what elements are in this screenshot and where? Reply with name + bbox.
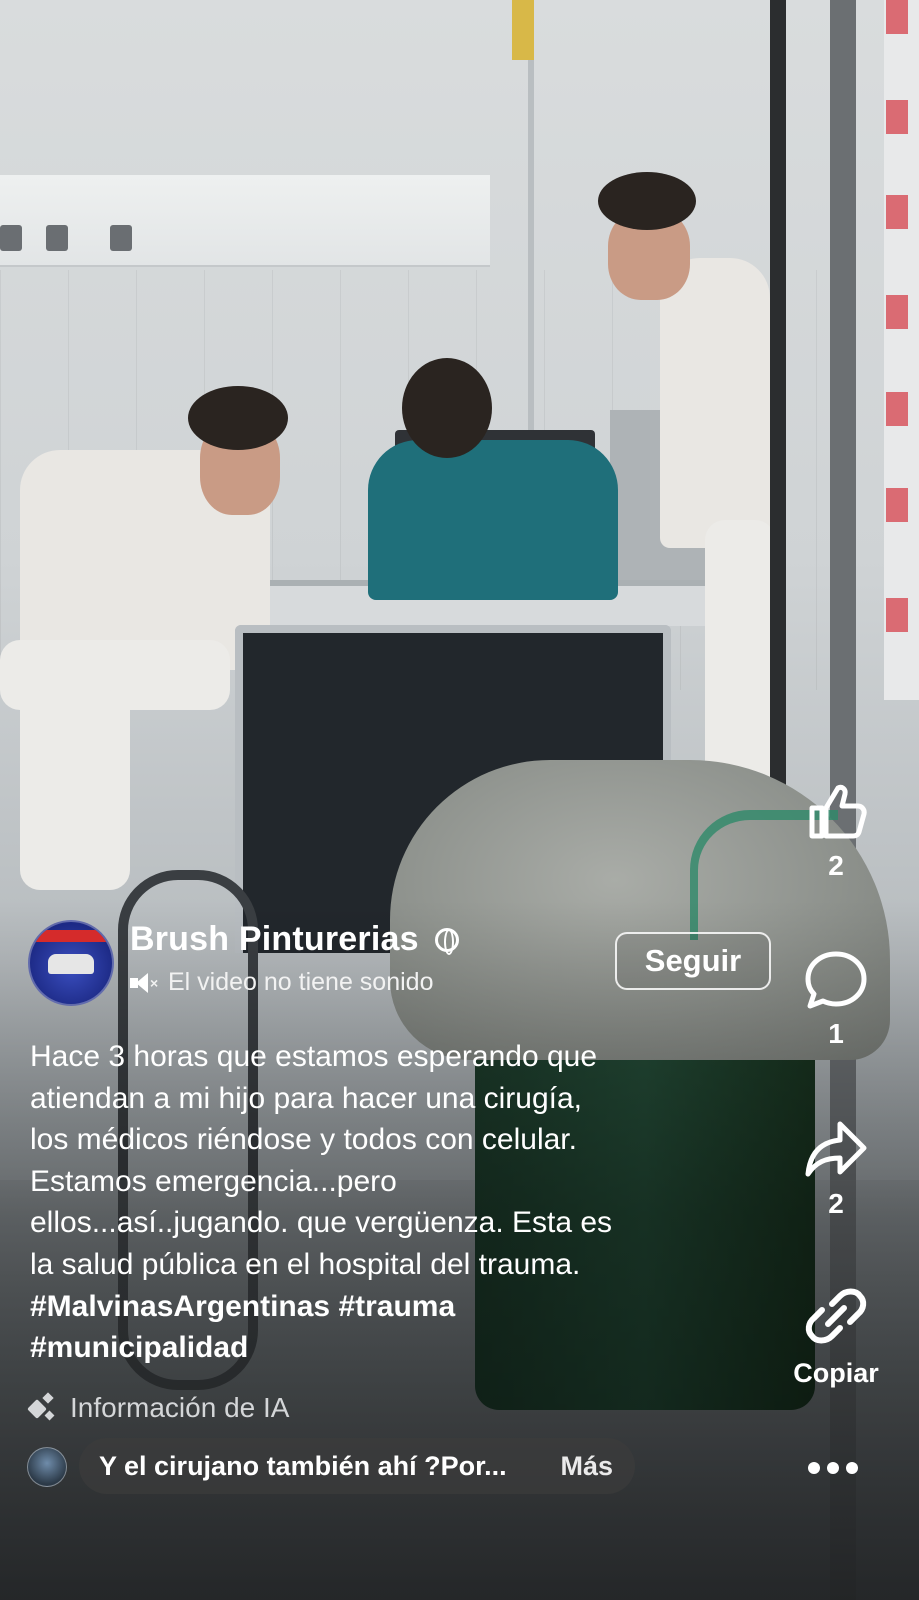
iv-pole bbox=[770, 0, 786, 800]
person-right-torso bbox=[660, 258, 770, 548]
caption-line: Hace 3 horas que estamos esperando que bbox=[30, 1040, 598, 1073]
wall-socket bbox=[46, 225, 68, 251]
avatar-banner bbox=[34, 930, 108, 942]
ruler-mark bbox=[886, 392, 908, 426]
avatar-graphic bbox=[48, 954, 94, 974]
comment-more-link[interactable]: Más bbox=[560, 1451, 613, 1482]
wall-rail-panel bbox=[0, 175, 490, 267]
comment-button[interactable]: 1 bbox=[790, 948, 882, 1050]
share-count: 2 bbox=[828, 1188, 844, 1219]
caption-line: Estamos emergencia...pero bbox=[30, 1164, 397, 1198]
ai-info-row[interactable]: Información de IA bbox=[27, 1392, 290, 1424]
hashtag-links[interactable]: #MalvinasArgentinas #trauma bbox=[30, 1286, 775, 1328]
sound-status-row[interactable]: × El video no tiene sonido bbox=[130, 968, 433, 997]
yellow-strip bbox=[512, 0, 534, 60]
globe-icon bbox=[434, 927, 459, 955]
ruler-mark bbox=[886, 598, 908, 632]
copy-link-button[interactable]: Copiar bbox=[790, 1284, 882, 1389]
hashtag-link[interactable]: #municipalidad bbox=[30, 1327, 775, 1369]
wall-socket bbox=[0, 225, 22, 251]
copy-label: Copiar bbox=[793, 1358, 879, 1388]
caption-line: atiendan a mi hijo para hacer una cirugí… bbox=[30, 1081, 583, 1115]
comment-count: 1 bbox=[828, 1018, 844, 1049]
link-icon bbox=[805, 1288, 867, 1344]
speech-bubble-icon bbox=[805, 951, 867, 1009]
ruler-mark bbox=[886, 100, 908, 134]
caption-line: los médicos riéndose y todos con celular… bbox=[30, 1123, 577, 1157]
person-left-hair bbox=[188, 386, 288, 450]
speaker-muted-icon: × bbox=[130, 971, 158, 995]
share-button[interactable]: 2 bbox=[790, 1118, 882, 1220]
door-frame bbox=[528, 60, 534, 480]
ruler-mark bbox=[886, 195, 908, 229]
thumbs-up-icon bbox=[809, 784, 867, 839]
sparkle-icon bbox=[27, 1392, 56, 1422]
wall-socket bbox=[110, 225, 132, 251]
person-right-hair bbox=[598, 172, 696, 230]
ruler-mark bbox=[886, 0, 908, 34]
share-arrow-icon bbox=[805, 1121, 867, 1177]
caption-line: la salud pública en el hospital del trau… bbox=[30, 1247, 581, 1281]
caption-line: ellos...así..jugando. que vergüenza. Est… bbox=[30, 1206, 613, 1240]
author-name[interactable]: Brush Pinturerias bbox=[130, 920, 419, 959]
commenter-avatar[interactable] bbox=[27, 1447, 67, 1487]
sound-status-text: El video no tiene sonido bbox=[168, 968, 434, 996]
more-dots-icon[interactable] bbox=[808, 1456, 864, 1480]
ai-info-label: Información de IA bbox=[70, 1392, 290, 1423]
follow-button[interactable]: Seguir bbox=[615, 932, 771, 990]
person-right-legs bbox=[705, 520, 775, 790]
comment-preview-text: Y el cirujano también ahí ?Por... bbox=[99, 1450, 507, 1481]
like-button[interactable]: 2 bbox=[790, 780, 882, 882]
person-left-legs bbox=[20, 690, 130, 890]
ruler-mark bbox=[886, 488, 908, 522]
comment-preview[interactable]: Y el cirujano también ahí ?Por... Más bbox=[79, 1438, 635, 1494]
person-middle-torso bbox=[368, 440, 618, 600]
like-count: 2 bbox=[828, 850, 844, 881]
post-caption[interactable]: Hace 3 horas que estamos esperando que a… bbox=[30, 1036, 775, 1369]
ruler-mark bbox=[886, 295, 908, 329]
person-middle-head bbox=[402, 358, 492, 458]
author-row[interactable]: Brush Pinturerias bbox=[130, 920, 459, 959]
author-avatar[interactable] bbox=[28, 920, 114, 1006]
